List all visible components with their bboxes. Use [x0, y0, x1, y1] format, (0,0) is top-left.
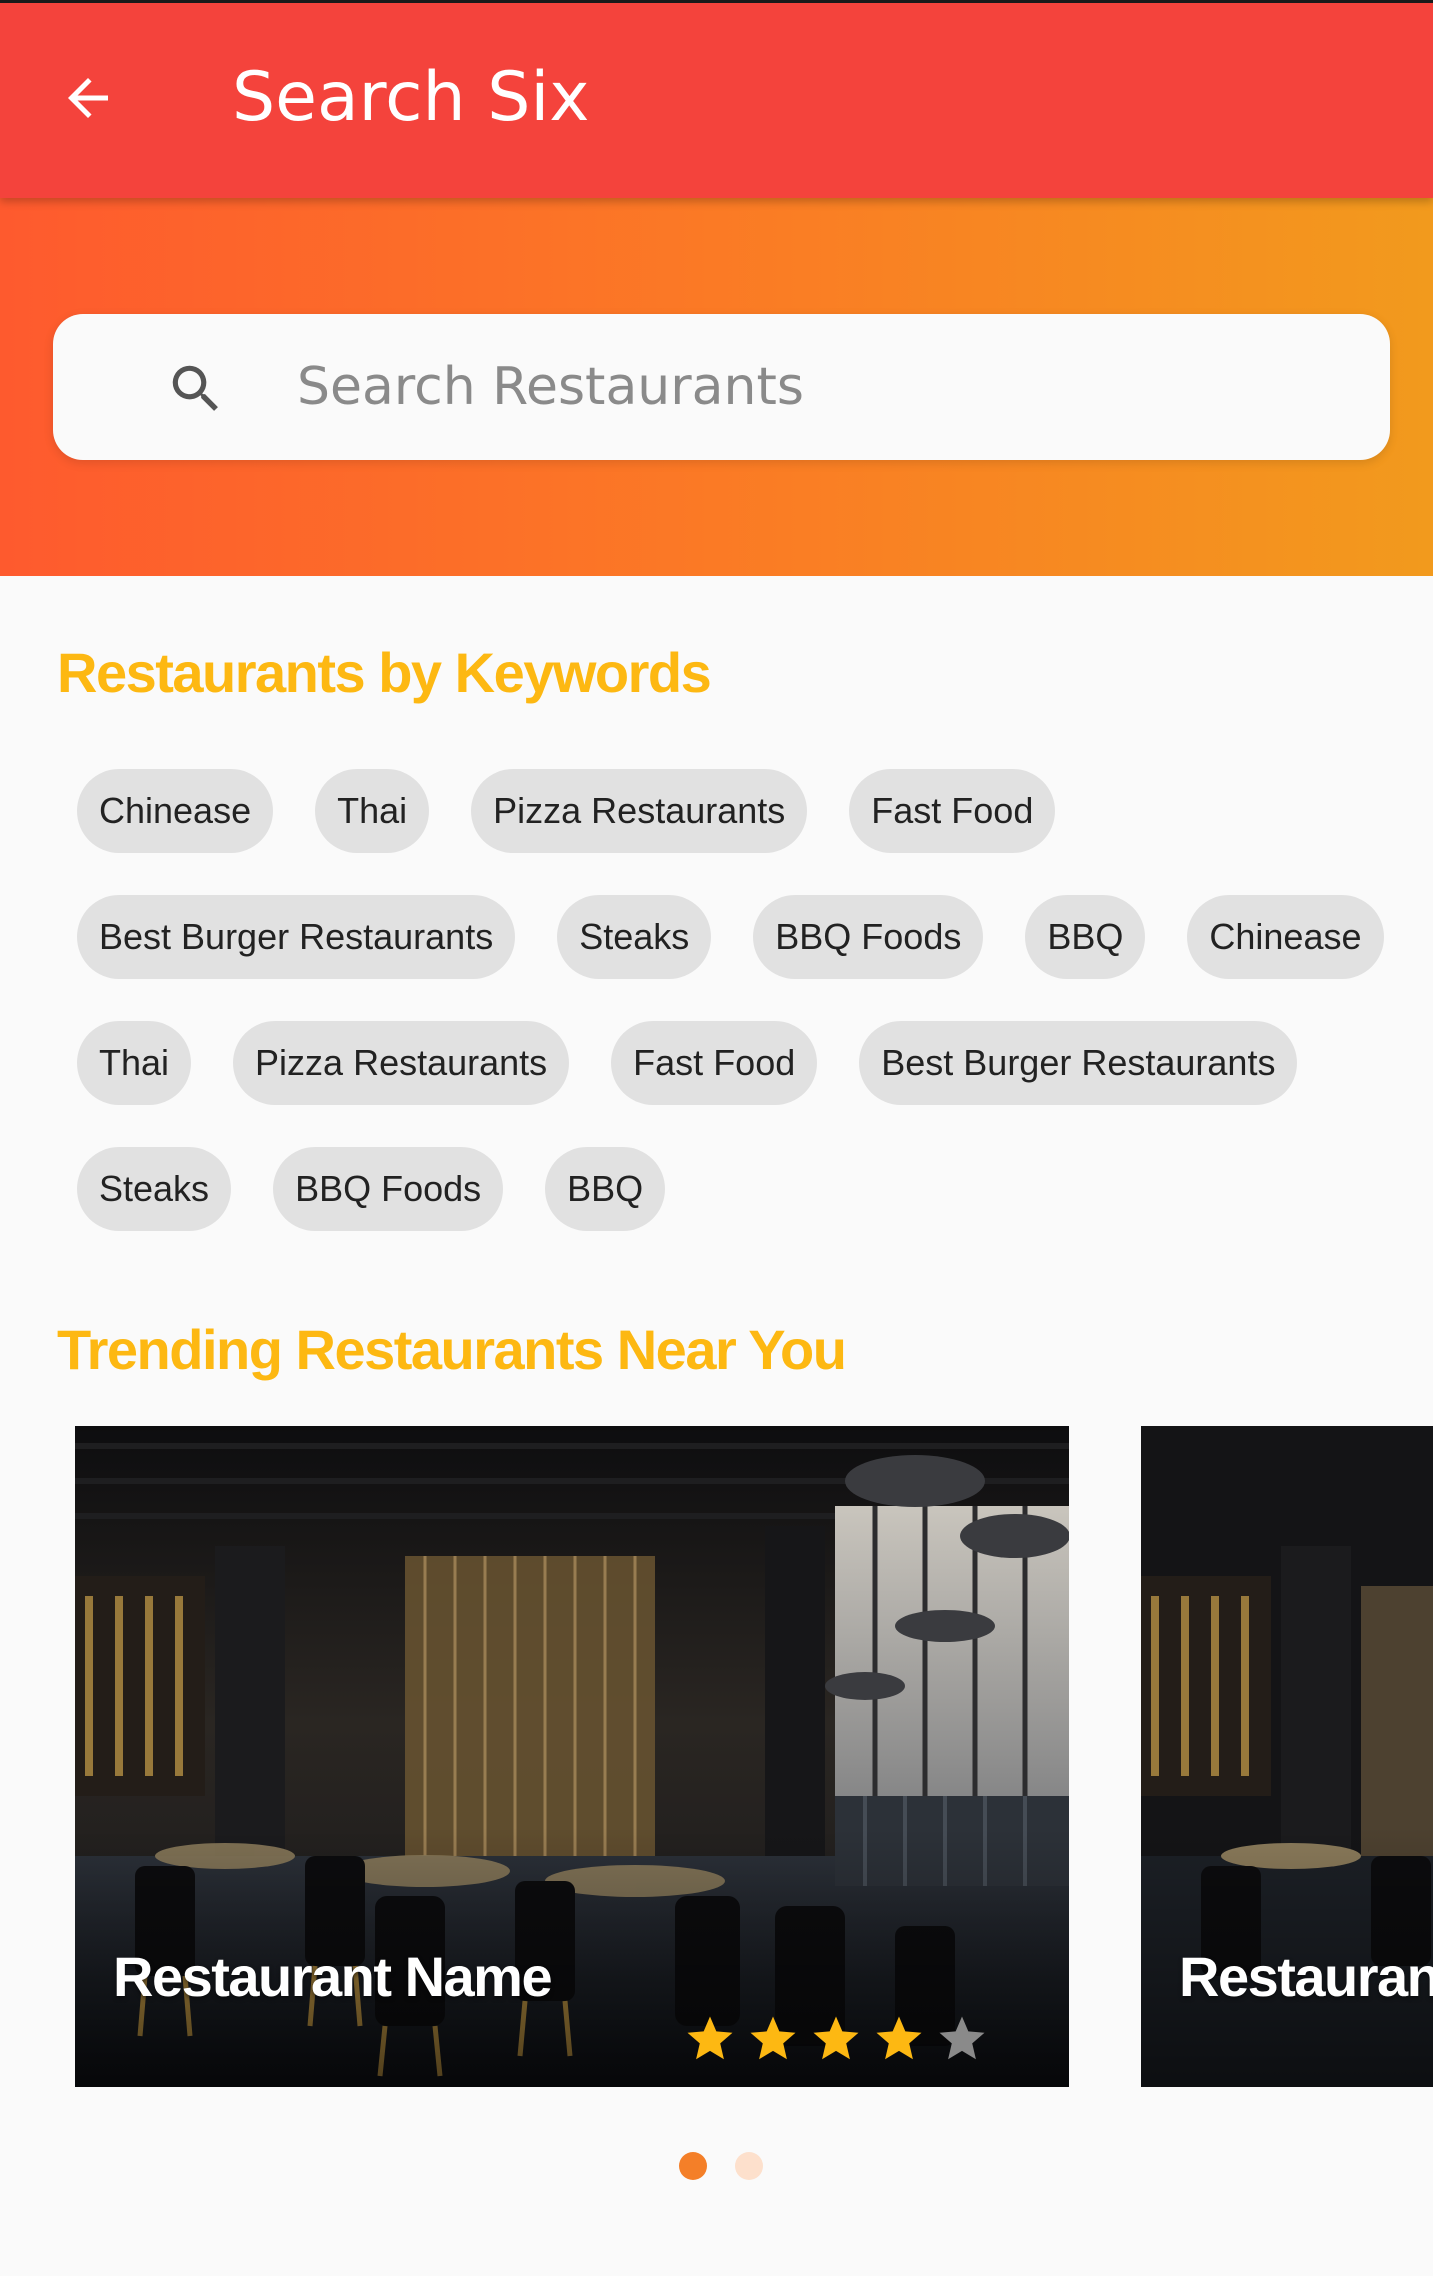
- chip-row: Chinease Thai Pizza Restaurants Fast Foo…: [77, 769, 1377, 853]
- search-icon: [172, 365, 218, 411]
- keyword-chip[interactable]: Fast Food: [611, 1021, 818, 1105]
- rating-stars: [683, 2012, 989, 2066]
- keyword-chips: Chinease Thai Pizza Restaurants Fast Foo…: [77, 769, 1384, 1273]
- keyword-chip[interactable]: BBQ Foods: [273, 1147, 504, 1231]
- chip-row: Best Burger Restaurants Steaks BBQ Foods…: [77, 895, 1384, 979]
- screen: Search Six Restaurants by Keywords Chine…: [0, 0, 1433, 2276]
- keyword-chip[interactable]: Chinease: [77, 769, 274, 853]
- keyword-chip[interactable]: Pizza Restaurants: [471, 769, 808, 853]
- page-title: Search Six: [232, 58, 590, 137]
- star-filled-icon: [876, 2016, 922, 2060]
- search-input[interactable]: [297, 342, 1337, 432]
- star-filled-icon: [750, 2016, 796, 2060]
- status-strip: [0, 0, 1433, 3]
- keyword-chip[interactable]: Best Burger Restaurants: [859, 1021, 1298, 1105]
- keyword-chip[interactable]: Steaks: [77, 1147, 232, 1231]
- search-header: [0, 198, 1433, 576]
- restaurant-card[interactable]: Restaurant Name: [1141, 1426, 1433, 2087]
- search-bar[interactable]: [53, 314, 1390, 460]
- back-button[interactable]: [50, 60, 126, 136]
- keywords-section-title: Restaurants by Keywords: [57, 641, 712, 704]
- keyword-chip[interactable]: Thai: [315, 769, 430, 853]
- keyword-chip[interactable]: BBQ: [1025, 895, 1146, 979]
- restaurant-card[interactable]: Restaurant Name: [75, 1426, 1069, 2087]
- pager-dot-active[interactable]: [679, 2152, 707, 2180]
- star-empty-icon: [939, 2016, 985, 2060]
- keyword-chip[interactable]: Fast Food: [849, 769, 1056, 853]
- keyword-chip[interactable]: Pizza Restaurants: [233, 1021, 570, 1105]
- restaurant-name: Restaurant Name: [113, 1945, 553, 2008]
- restaurant-name: Restaurant Name: [1179, 1945, 1433, 2008]
- keyword-chip[interactable]: Best Burger Restaurants: [77, 895, 516, 979]
- keyword-chip[interactable]: BBQ: [545, 1147, 666, 1231]
- pager-dot[interactable]: [735, 2152, 763, 2180]
- trending-section-title: Trending Restaurants Near You: [57, 1318, 847, 1381]
- keyword-chip[interactable]: Thai: [77, 1021, 192, 1105]
- arrow-left-icon: [68, 78, 108, 118]
- keyword-chip[interactable]: Steaks: [557, 895, 712, 979]
- keyword-chip[interactable]: Chinease: [1187, 895, 1384, 979]
- chip-row: Steaks BBQ Foods BBQ: [77, 1147, 1377, 1231]
- keyword-chip[interactable]: BBQ Foods: [753, 895, 984, 979]
- chip-row: Thai Pizza Restaurants Fast Food Best Bu…: [77, 1021, 1377, 1105]
- app-bar: Search Six: [0, 0, 1433, 198]
- star-filled-icon: [813, 2016, 859, 2060]
- star-filled-icon: [687, 2016, 733, 2060]
